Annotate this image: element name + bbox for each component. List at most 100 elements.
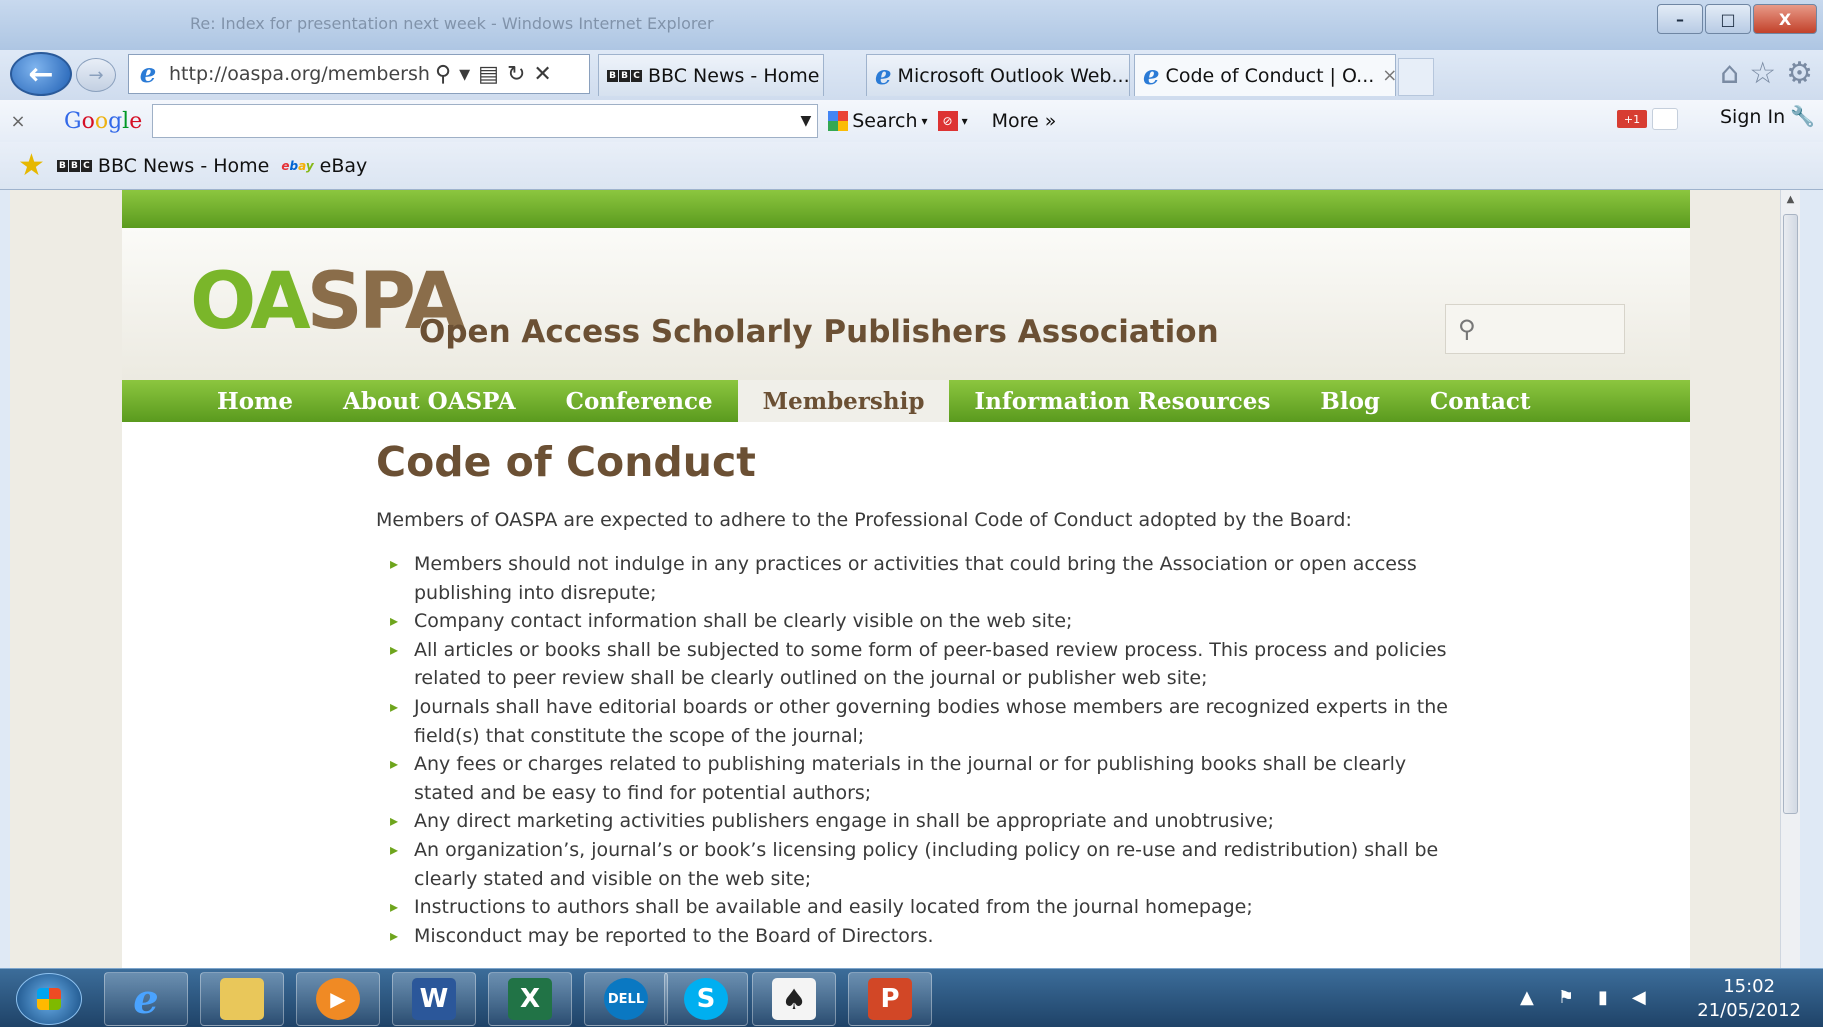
menu-home[interactable]: Home <box>192 380 318 422</box>
dell-icon: DELL <box>604 978 648 1020</box>
dropdown-icon[interactable]: ▼ <box>800 113 811 129</box>
taskbar-media-player[interactable]: ▶ <box>296 972 380 1026</box>
tab-label: BBC News - Home <box>648 64 820 87</box>
show-hidden-icons-icon[interactable]: ▲ <box>1520 987 1534 1008</box>
list-item: Company contact information shall be cle… <box>376 607 1456 636</box>
taskbar-excel[interactable]: X <box>488 972 572 1026</box>
url-field[interactable]: http://oaspa.org/membershi <box>169 63 429 85</box>
search-icon[interactable]: ⚲ <box>435 62 451 87</box>
tab-outlook[interactable]: e Microsoft Outlook Web... <box>866 54 1130 96</box>
menu-about[interactable]: About OASPA <box>318 380 541 422</box>
list-item: All articles or books shall be subjected… <box>376 636 1456 693</box>
list-item: Misconduct may be reported to the Board … <box>376 922 1456 951</box>
list-item: Journals shall have editorial boards or … <box>376 693 1456 750</box>
oaspa-site: OASPA Open Access Scholarly Publishers A… <box>122 190 1690 968</box>
menu-membership[interactable]: Membership <box>737 380 950 422</box>
google-toolbar: × Google ▼ Search ▾ ⊘ ▾ More » <box>0 100 1823 142</box>
taskbar-ie[interactable]: e <box>104 972 188 1026</box>
close-toolbar-icon[interactable]: × <box>0 111 36 132</box>
close-window-button[interactable]: X <box>1753 4 1817 34</box>
address-bar[interactable]: e http://oaspa.org/membershi ⚲ ▾ ▤ ↻ ✕ <box>128 54 590 94</box>
restore-button[interactable]: □ <box>1705 4 1751 34</box>
list-item: An organization’s, journal’s or book’s l… <box>376 836 1456 893</box>
forward-arrow-icon: → <box>88 64 104 86</box>
tab-code-of-conduct[interactable]: e Code of Conduct | O... × <box>1134 54 1396 96</box>
page-title: Code of Conduct <box>376 438 756 486</box>
ebay-icon: ebay <box>281 158 314 173</box>
back-button[interactable]: ← <box>10 52 72 96</box>
clock-time: 15:02 <box>1723 976 1776 997</box>
scrollbar-thumb[interactable] <box>1783 214 1798 814</box>
gear-icon[interactable]: ⚙ <box>1786 56 1813 91</box>
taskbar-explorer[interactable] <box>200 972 284 1026</box>
wrench-icon[interactable]: 🔧 <box>1790 104 1815 128</box>
menu-contact[interactable]: Contact <box>1405 380 1556 422</box>
taskbar-powerpoint[interactable]: P <box>848 972 932 1026</box>
tab-label: Microsoft Outlook Web... <box>897 64 1130 87</box>
folder-icon <box>220 978 264 1020</box>
search-icon: ⚲ <box>1458 315 1476 343</box>
cards-icon: ♠ <box>772 978 816 1020</box>
site-search-input[interactable]: ⚲ <box>1445 304 1625 354</box>
network-icon[interactable]: ▮ <box>1598 987 1608 1008</box>
new-tab-button[interactable] <box>1398 58 1434 96</box>
skype-icon: S <box>684 978 728 1020</box>
google-search-input[interactable]: ▼ <box>152 104 819 138</box>
taskbar-solitaire[interactable]: ♠ <box>752 972 836 1026</box>
taskbar-word[interactable]: W <box>392 972 476 1026</box>
bbc-icon: BBC <box>56 159 92 172</box>
favorite-bbc[interactable]: BBC BBC News - Home <box>56 154 270 177</box>
excel-icon: X <box>508 978 552 1020</box>
forward-button[interactable]: → <box>76 58 116 92</box>
popup-blocker-icon: ⊘ <box>937 111 958 131</box>
favorites-star-icon[interactable]: ★ <box>18 148 45 183</box>
chevron-down-icon: ▾ <box>921 114 928 128</box>
volume-icon[interactable]: ◀ <box>1632 987 1646 1008</box>
tab-bbc[interactable]: BBC BBC News - Home <box>598 54 824 96</box>
menu-conference[interactable]: Conference <box>541 380 738 422</box>
minimize-button[interactable]: – <box>1657 4 1703 34</box>
address-tools: ⚲ ▾ ▤ ↻ ✕ <box>435 62 552 87</box>
top-green-band <box>122 190 1690 228</box>
system-tray: ▲ ⚑ ▮ ◀ <box>1520 987 1646 1008</box>
popup-blocker-button[interactable]: ⊘ ▾ <box>937 111 968 131</box>
close-tab-icon[interactable]: × <box>1382 65 1395 86</box>
list-item: Instructions to authors shall be availab… <box>376 893 1456 922</box>
compatibility-icon[interactable]: ▤ <box>478 62 499 87</box>
page-viewport: OASPA Open Access Scholarly Publishers A… <box>10 190 1800 968</box>
clock-date: 21/05/2012 <box>1697 1000 1801 1021</box>
clock[interactable]: 15:02 21/05/2012 <box>1697 975 1801 1023</box>
taskbar-dell[interactable]: DELL <box>584 972 668 1026</box>
google-logo: Google <box>64 108 143 134</box>
google-plus-one-button[interactable]: +1 <box>1617 110 1647 128</box>
favorite-label: eBay <box>319 154 368 177</box>
home-icon[interactable]: ⌂ <box>1720 56 1739 91</box>
ie-icon: e <box>1143 60 1160 91</box>
sign-in-link[interactable]: Sign In <box>1720 106 1785 128</box>
browser-right-icons: ⌂ ☆ ⚙ <box>1720 56 1813 91</box>
list-item: Any fees or charges related to publishin… <box>376 750 1456 807</box>
start-button[interactable] <box>16 973 82 1025</box>
list-item: Members should not indulge in any practi… <box>376 550 1456 607</box>
dropdown-icon[interactable]: ▾ <box>459 62 470 87</box>
stop-icon[interactable]: ✕ <box>533 62 551 87</box>
favorites-star-icon[interactable]: ☆ <box>1749 56 1776 91</box>
refresh-icon[interactable]: ↻ <box>507 62 525 87</box>
menu-information-resources[interactable]: Information Resources <box>949 380 1295 422</box>
scroll-up-icon[interactable]: ▲ <box>1781 190 1800 210</box>
favorite-ebay[interactable]: ebay eBay <box>281 155 367 177</box>
ie-icon: e <box>133 975 159 1023</box>
tab-label: Code of Conduct | O... <box>1165 64 1375 87</box>
action-center-flag-icon[interactable]: ⚑ <box>1558 987 1574 1008</box>
chevron-down-icon: ▾ <box>961 114 968 128</box>
vertical-scrollbar[interactable]: ▲ <box>1780 190 1800 968</box>
google-search-button[interactable]: Search ▾ <box>828 110 928 132</box>
favorite-label: BBC News - Home <box>97 154 270 177</box>
more-button[interactable]: More » <box>992 110 1057 132</box>
bbc-icon: BBC <box>607 69 642 82</box>
taskbar-skype[interactable]: S <box>664 972 748 1026</box>
favorites-bar: ★ BBC BBC News - Home ebay eBay <box>0 142 1823 190</box>
window-title: Re: Index for presentation next week - W… <box>190 14 714 33</box>
menu-blog[interactable]: Blog <box>1295 380 1405 422</box>
list-item: Any direct marketing activities publishe… <box>376 807 1456 836</box>
